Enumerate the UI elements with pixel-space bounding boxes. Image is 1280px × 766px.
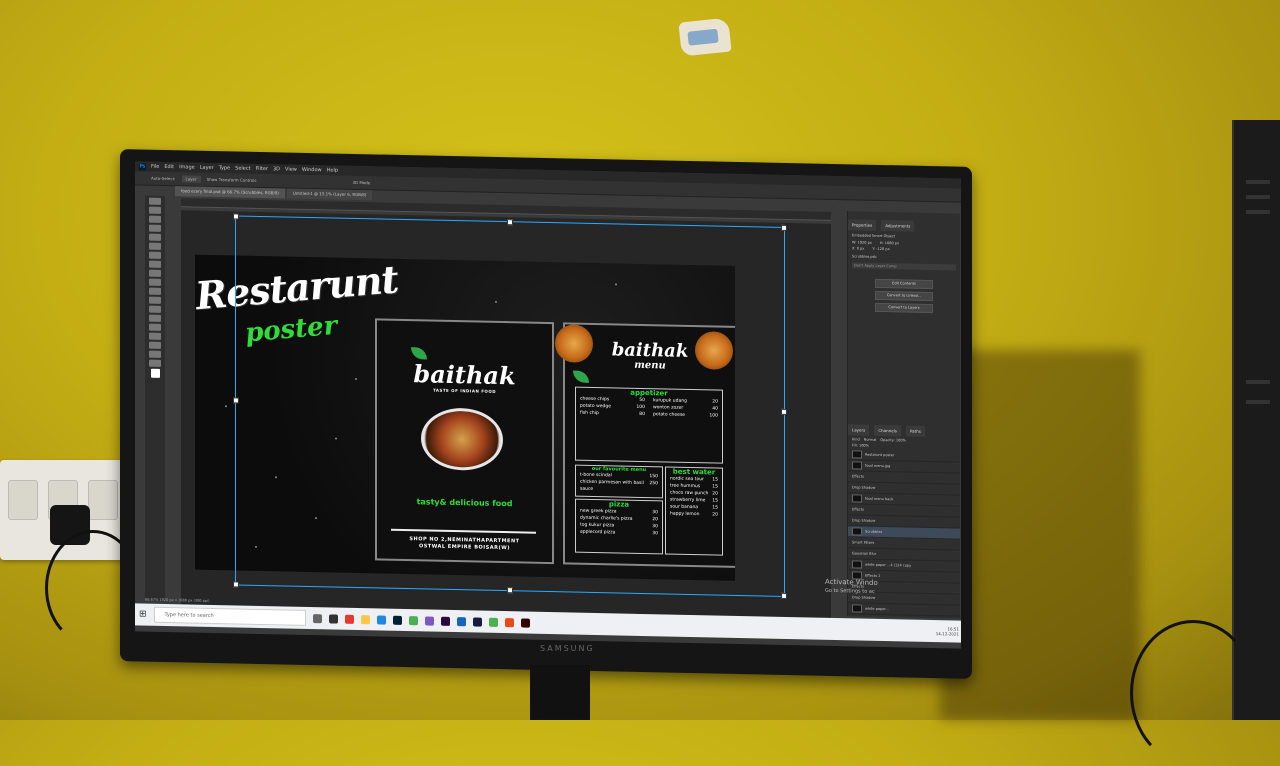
- menu-item-edit[interactable]: Edit: [164, 164, 174, 170]
- layer-row[interactable]: white paper...: [848, 603, 960, 617]
- menu-item-type[interactable]: Type: [219, 165, 230, 171]
- 3d-mode-label: 3D Mode: [352, 179, 371, 186]
- monitor-stand: [530, 665, 590, 720]
- transform-handle[interactable]: [233, 397, 239, 404]
- app-icon[interactable]: [344, 614, 354, 624]
- premiere-icon[interactable]: [440, 616, 450, 626]
- app-icon[interactable]: [328, 613, 338, 624]
- photoshop-icon: Ps: [139, 162, 146, 171]
- illustrator-icon[interactable]: [520, 617, 530, 628]
- transform-handle[interactable]: [781, 408, 787, 416]
- layer-select[interactable]: Layer: [181, 175, 201, 183]
- photoshop-icon[interactable]: [392, 615, 402, 625]
- transform-handle[interactable]: [233, 581, 239, 588]
- tools-panel: [145, 195, 165, 601]
- hand-tool-icon[interactable]: [149, 350, 161, 358]
- menu-item-view[interactable]: View: [285, 166, 297, 172]
- pen-tool-icon[interactable]: [149, 314, 161, 322]
- brush-tool-icon[interactable]: [149, 251, 161, 259]
- convert-linked-button[interactable]: Convert to Linked...: [875, 290, 933, 302]
- lasso-tool-icon[interactable]: [149, 215, 161, 223]
- menu-item-filter[interactable]: Filter: [256, 166, 268, 172]
- taskbar-search[interactable]: Type here to search: [153, 606, 306, 626]
- edge-icon[interactable]: [376, 614, 386, 625]
- windows-start-icon[interactable]: ⊞: [139, 609, 147, 619]
- dodge-tool-icon[interactable]: [149, 305, 161, 313]
- properties-panel: Properties Adjustments Embedded Smart Ob…: [847, 211, 960, 619]
- kind-filter[interactable]: Kind: [852, 437, 860, 441]
- eraser-tool-icon[interactable]: [149, 278, 161, 286]
- transform-handle[interactable]: [781, 224, 787, 232]
- wall-patch: [678, 17, 732, 57]
- auto-select-checkbox[interactable]: Auto-Select:: [151, 176, 176, 182]
- task-view-icon[interactable]: [312, 613, 322, 623]
- edit-contents-button[interactable]: Edit Contents: [875, 278, 933, 290]
- tab-adjustments[interactable]: Adjustments: [881, 219, 915, 232]
- monitor-brand: SAMSUNG: [540, 644, 595, 653]
- cable: [1130, 620, 1256, 766]
- screen: Ps File Edit Image Layer Type Select Fil…: [135, 161, 961, 649]
- tab-food-ecery[interactable]: food ecery final.psd @ 66.7% (Scrubbles,…: [175, 186, 285, 199]
- crop-tool-icon[interactable]: [149, 224, 161, 232]
- height-field[interactable]: H: 1080 px: [880, 241, 899, 245]
- marquee-tool-icon[interactable]: [149, 206, 161, 214]
- blur-tool-icon[interactable]: [149, 296, 161, 304]
- type-tool-icon[interactable]: [149, 323, 161, 331]
- app-icon[interactable]: [504, 617, 514, 627]
- move-tool-icon[interactable]: [149, 197, 161, 205]
- blend-mode-select[interactable]: Normal: [864, 438, 877, 442]
- pc-cabinet: [1232, 120, 1280, 720]
- eyedropper-tool-icon[interactable]: [149, 233, 161, 241]
- after-effects-icon[interactable]: [472, 616, 482, 627]
- tab-channels[interactable]: Channels: [874, 424, 901, 437]
- smart-object-filename: Scrubbles.psb: [852, 254, 877, 259]
- chrome-icon[interactable]: [408, 615, 418, 625]
- tab-layers[interactable]: Layers: [848, 424, 870, 436]
- healing-tool-icon[interactable]: [149, 242, 161, 250]
- status-bar: 66.67% 1920 px x 1080 px (300 ppi): [145, 597, 210, 603]
- shape-tool-icon[interactable]: [149, 341, 161, 349]
- layer-comp-select[interactable]: Don't Apply Layer Comp: [852, 262, 956, 271]
- menu-item-help[interactable]: Help: [327, 167, 338, 173]
- transform-handle[interactable]: [507, 219, 513, 226]
- menu-item-select[interactable]: Select: [235, 165, 250, 171]
- stamp-tool-icon[interactable]: [149, 260, 161, 268]
- transform-handle[interactable]: [781, 592, 787, 600]
- width-field[interactable]: W: 1920 px: [852, 240, 872, 244]
- app-icon[interactable]: [424, 615, 434, 626]
- tab-properties[interactable]: Properties: [848, 219, 877, 231]
- transform-handle[interactable]: [507, 587, 513, 594]
- taskbar-clock[interactable]: 16:51 14-12-2021: [936, 626, 959, 636]
- y-field[interactable]: Y: -120 px: [872, 247, 889, 251]
- app-icon[interactable]: [456, 616, 466, 626]
- transform-selection[interactable]: [235, 215, 785, 597]
- x-field[interactable]: X: 0 px: [852, 246, 864, 250]
- file-explorer-icon[interactable]: [360, 614, 370, 624]
- menu-item-3d[interactable]: 3D: [273, 166, 280, 172]
- menu-item-file[interactable]: File: [151, 164, 159, 170]
- tab-untitled[interactable]: Untitled-1 @ 15.1% (Layer 6, RGB/8): [286, 188, 373, 201]
- menu-item-image[interactable]: Image: [179, 164, 195, 170]
- menu-item-window[interactable]: Window: [302, 167, 322, 173]
- tab-paths[interactable]: Paths: [905, 425, 925, 437]
- chrome-icon[interactable]: [488, 617, 498, 627]
- gradient-tool-icon[interactable]: [149, 287, 161, 295]
- zoom-tool-icon[interactable]: [149, 359, 161, 367]
- menu-item-layer[interactable]: Layer: [200, 165, 214, 171]
- history-brush-icon[interactable]: [149, 269, 161, 277]
- opacity-field[interactable]: Opacity: 100%: [880, 438, 906, 443]
- transform-handle[interactable]: [233, 213, 239, 220]
- color-swatch-icon[interactable]: [150, 368, 160, 378]
- activate-windows-watermark: Activate Windo Go to Settings to ac: [825, 577, 878, 595]
- transform-controls-checkbox[interactable]: Show Transform Controls: [207, 177, 257, 183]
- convert-layers-button[interactable]: Convert to Layers: [875, 302, 933, 314]
- path-select-icon[interactable]: [149, 332, 161, 340]
